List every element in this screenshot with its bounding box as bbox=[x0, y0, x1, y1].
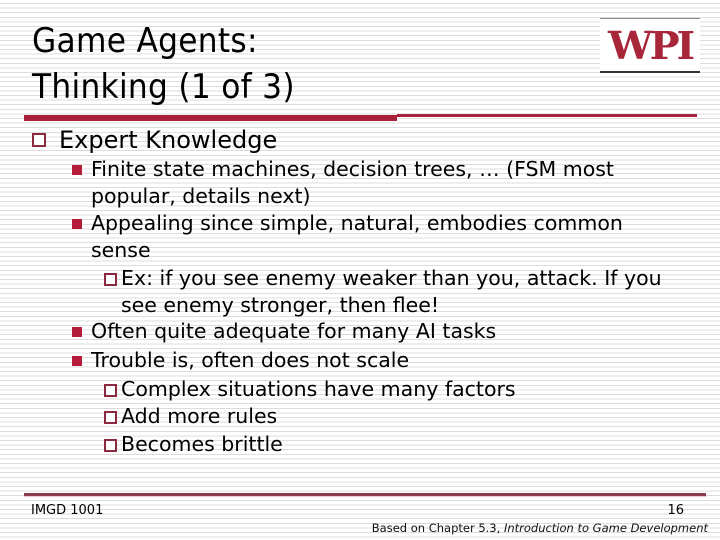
sub-bullet-brittle: Becomes brittle bbox=[104, 431, 664, 458]
bullet-appealing: Appealing since simple, natural, embodie… bbox=[72, 210, 682, 264]
hollow-square-bullet-icon bbox=[32, 133, 46, 147]
bullet-text: Expert Knowledge bbox=[59, 126, 278, 154]
filled-square-bullet-icon bbox=[72, 165, 82, 175]
hollow-square-bullet-icon bbox=[104, 273, 117, 286]
credit-book-title: Introduction to Game Development bbox=[503, 521, 708, 535]
wpi-logo: WPI bbox=[600, 18, 700, 73]
bullet-trouble: Trouble is, often does not scale bbox=[72, 347, 682, 374]
hollow-square-bullet-icon bbox=[104, 439, 117, 452]
bullet-fsm: Finite state machines, decision trees, …… bbox=[72, 156, 682, 210]
sub-bullet-example: Ex: if you see enemy weaker than you, at… bbox=[104, 265, 664, 319]
footer-course: IMGD 1001 bbox=[31, 503, 104, 518]
filled-square-bullet-icon bbox=[72, 356, 82, 366]
bullet-text: Trouble is, often does not scale bbox=[91, 348, 410, 372]
title-line-1: Game Agents: bbox=[32, 21, 258, 61]
bullet-text: Often quite adequate for many AI tasks bbox=[91, 319, 497, 343]
sub-bullet-complex: Complex situations have many factors bbox=[104, 376, 664, 403]
title-rule-thin bbox=[397, 114, 697, 117]
page-number: 16 bbox=[667, 503, 684, 518]
bullet-text: Add more rules bbox=[121, 404, 278, 428]
source-credit: Based on Chapter 5.3, Introduction to Ga… bbox=[372, 521, 708, 535]
bullet-expert-knowledge: Expert Knowledge bbox=[32, 124, 277, 156]
filled-square-bullet-icon bbox=[72, 219, 82, 229]
credit-prefix: Based on Chapter 5.3, bbox=[371, 521, 504, 535]
title-line-2: Thinking (1 of 3) bbox=[32, 67, 295, 107]
footer-rule bbox=[24, 493, 706, 496]
bullet-text: Finite state machines, decision trees, …… bbox=[91, 157, 614, 208]
bullet-text: Becomes brittle bbox=[121, 432, 283, 456]
bullet-text: Ex: if you see enemy weaker than you, at… bbox=[121, 266, 662, 317]
hollow-square-bullet-icon bbox=[104, 384, 117, 397]
sub-bullet-add-rules: Add more rules bbox=[104, 403, 664, 430]
bullet-text: Complex situations have many factors bbox=[121, 377, 516, 401]
title-rule-thick bbox=[24, 115, 397, 121]
logo-text: WPI bbox=[607, 22, 695, 68]
slide-title: Game Agents: Thinking (1 of 3) bbox=[32, 18, 295, 110]
filled-square-bullet-icon bbox=[72, 327, 82, 337]
bullet-text: Appealing since simple, natural, embodie… bbox=[91, 211, 623, 262]
bullet-adequate: Often quite adequate for many AI tasks bbox=[72, 318, 682, 345]
hollow-square-bullet-icon bbox=[104, 411, 117, 424]
